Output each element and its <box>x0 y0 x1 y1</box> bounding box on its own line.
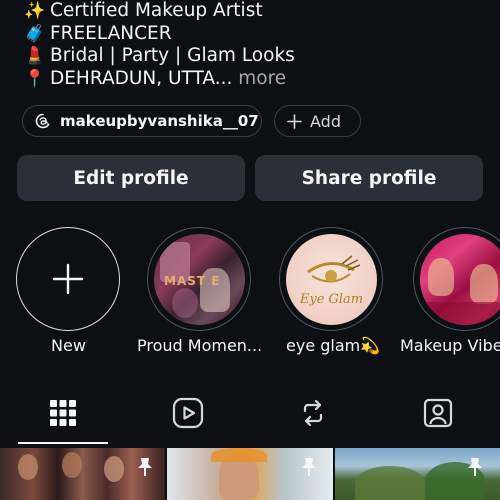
highlight-cover <box>413 227 500 331</box>
bio-line-text: FREELANCER <box>50 22 172 44</box>
bio-line: 📍 DEHRADUN, UTTA... more <box>24 68 295 91</box>
post-thumbnail[interactable] <box>0 448 165 500</box>
tab-reels[interactable] <box>125 378 250 448</box>
threads-icon <box>35 113 50 129</box>
tab-reposts[interactable] <box>250 378 375 448</box>
share-profile-button[interactable]: Share profile <box>255 155 483 201</box>
lipstick-emoji: 💄 <box>24 46 46 66</box>
highlight-cover: MAST E <box>147 227 251 331</box>
highlight-cover-image: MAST E <box>154 234 245 325</box>
edit-profile-button[interactable]: Edit profile <box>17 155 245 201</box>
bio-line-text: Bridal | Party | Glam Looks <box>50 45 295 66</box>
profile-tab-bar <box>0 378 500 448</box>
bio-line: ✨ Certified Makeup Artist <box>24 0 295 23</box>
tab-tagged[interactable] <box>375 378 500 448</box>
tab-posts[interactable] <box>0 378 125 448</box>
bio-line: 💄 Bridal | Party | Glam Looks <box>24 45 295 68</box>
highlight-eye-glam[interactable]: Eye Glam <box>278 227 384 331</box>
highlight-cover-text: MAST E <box>164 274 221 288</box>
reels-icon <box>172 397 203 429</box>
highlight-makeup-vibe[interactable] <box>412 227 500 331</box>
selected-tab-indicator <box>18 442 108 444</box>
grid-icon <box>49 400 76 426</box>
highlight-cover-text: Eye Glam <box>299 292 364 307</box>
profile-bio: ✨ Certified Makeup Artist 🧳 FREELANCER 💄 Br… <box>24 0 295 90</box>
location-pin-emoji: 📍 <box>24 68 46 89</box>
highlight-label-proud-moments: Proud Momen... <box>137 336 263 355</box>
highlight-cover: Eye Glam <box>279 227 383 331</box>
threads-handle: makeupbyvanshika__07 <box>60 112 259 130</box>
bio-line-text: Certified Makeup Artist <box>50 0 263 21</box>
pin-icon <box>468 458 482 476</box>
eye-illustration-icon <box>307 255 361 283</box>
pin-icon <box>302 458 316 476</box>
repost-icon <box>303 399 322 427</box>
add-link-button[interactable]: Add <box>274 105 361 137</box>
sparkles-emoji: ✨ <box>24 1 46 21</box>
bio-line: 🧳 FREELANCER <box>24 23 295 46</box>
highlight-label-eye-glam: eye glam💫 <box>286 336 381 355</box>
plus-icon <box>287 113 302 129</box>
bio-more-link[interactable]: more <box>238 68 286 89</box>
threads-badge[interactable]: makeupbyvanshika__07 <box>22 105 262 137</box>
post-grid <box>0 448 500 500</box>
plus-icon <box>52 263 83 294</box>
bio-line-text: DEHRADUN, UTTA... <box>50 67 233 89</box>
new-highlight-circle <box>16 227 120 331</box>
highlight-label-new: New <box>51 336 86 355</box>
highlight-cover-image: Eye Glam <box>286 234 377 325</box>
tagged-person-icon <box>423 398 452 428</box>
luggage-emoji: 🧳 <box>24 23 46 44</box>
highlight-new[interactable] <box>15 227 121 331</box>
highlight-cover-image <box>420 234 500 325</box>
highlight-proud-moments[interactable]: MAST E <box>146 227 252 331</box>
post-thumbnail[interactable] <box>335 448 500 500</box>
add-link-label: Add <box>310 111 341 131</box>
post-thumbnail[interactable] <box>167 448 333 500</box>
highlight-label-makeup-vibe: Makeup Vibe <box>400 336 500 355</box>
pin-icon <box>138 458 152 476</box>
